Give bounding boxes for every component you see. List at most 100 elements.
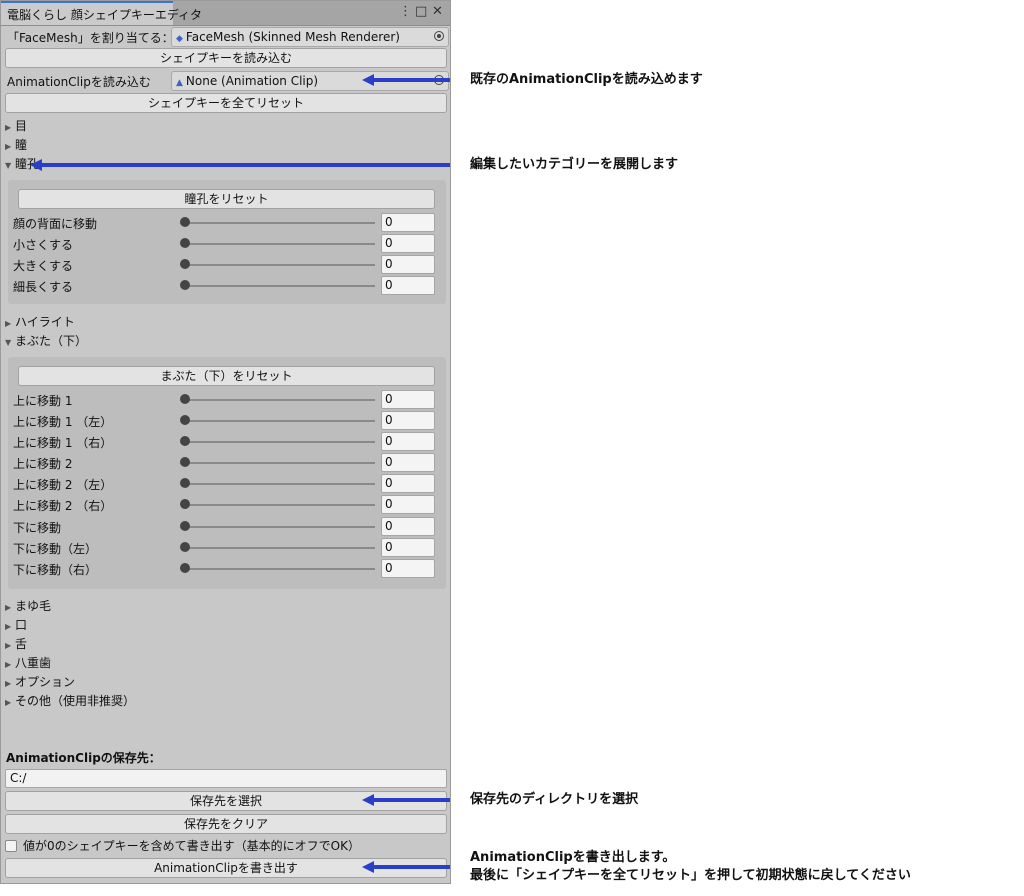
category-eyebrow[interactable]: ▶ まゆ毛 — [5, 597, 51, 615]
window-tab[interactable]: 電脳くらし 顔シェイプキーエディタ — [1, 1, 202, 25]
category-others[interactable]: ▶ その他（使用非推奨） — [5, 692, 135, 710]
facemesh-object-field[interactable]: ◆ FaceMesh (Skinned Mesh Renderer) — [171, 27, 449, 47]
slider-handle[interactable] — [180, 394, 190, 404]
expanded-triangle-icon: ▼ — [5, 161, 12, 170]
save-heading: AnimationClipの保存先： — [6, 751, 161, 765]
slider-handle[interactable] — [180, 415, 190, 425]
slider-value-field[interactable]: 0 — [381, 234, 435, 253]
object-picker-icon[interactable] — [434, 31, 444, 41]
include-zero-checkbox[interactable] — [5, 840, 17, 852]
category-iris[interactable]: ▶ 瞳 — [5, 136, 27, 154]
slider-value-field[interactable]: 0 — [381, 411, 435, 430]
slider-track[interactable] — [185, 264, 375, 266]
slider-track[interactable] — [185, 399, 375, 401]
include-zero-label: 値が0のシェイプキーを含めて書き出す（基本的にオフでOK） — [23, 839, 360, 853]
slider-row: 顔の背面に移動 0 — [13, 213, 435, 233]
slider-label: 小さくする — [13, 238, 74, 252]
slider-value-field[interactable]: 0 — [381, 495, 435, 514]
slider-value-field[interactable]: 0 — [381, 390, 435, 409]
slider-label: 上に移動 2 （右） — [13, 499, 113, 513]
slider-handle[interactable] — [180, 457, 190, 467]
slider-value-field[interactable]: 0 — [381, 432, 435, 451]
close-icon[interactable]: ✕ — [432, 4, 443, 19]
more-menu-icon[interactable]: ⋮ — [399, 4, 412, 19]
collapsed-triangle-icon: ▶ — [5, 679, 12, 688]
slider-row: 下に移動（右） 0 — [13, 559, 435, 579]
anim-clip-value: None (Animation Clip) — [185, 74, 319, 88]
collapsed-triangle-icon: ▶ — [5, 319, 12, 328]
slider-track[interactable] — [185, 526, 375, 528]
slider-handle[interactable] — [180, 478, 190, 488]
slider-handle[interactable] — [180, 259, 190, 269]
slider-value-field[interactable]: 0 — [381, 559, 435, 578]
annotation-export-line1: AnimationClipを書き出します。 — [470, 850, 676, 865]
slider-handle[interactable] — [180, 521, 190, 531]
slider-value-field[interactable]: 0 — [381, 474, 435, 493]
collapsed-triangle-icon: ▶ — [5, 603, 12, 612]
slider-handle[interactable] — [180, 542, 190, 552]
slider-label: 上に移動 2 （左） — [13, 478, 113, 492]
slider-track[interactable] — [185, 462, 375, 464]
slider-row: 下に移動（左） 0 — [13, 538, 435, 558]
slider-label: 細長くする — [13, 280, 74, 294]
slider-track[interactable] — [185, 441, 375, 443]
load-shapekeys-button[interactable]: シェイプキーを読み込む — [5, 48, 447, 68]
annotation-save-dir: 保存先のディレクトリを選択 — [470, 792, 639, 807]
category-eye[interactable]: ▶ 目 — [5, 117, 27, 135]
slider-track[interactable] — [185, 243, 375, 245]
slider-track[interactable] — [185, 547, 375, 549]
annotation-arrow-export — [362, 861, 450, 873]
slider-value-field[interactable]: 0 — [381, 213, 435, 232]
slider-handle[interactable] — [180, 499, 190, 509]
lower-lid-reset-button[interactable]: まぶた（下）をリセット — [18, 366, 435, 386]
slider-handle[interactable] — [180, 436, 190, 446]
collapsed-triangle-icon: ▶ — [5, 123, 12, 132]
slider-handle[interactable] — [180, 238, 190, 248]
clear-save-dir-button[interactable]: 保存先をクリア — [5, 814, 447, 834]
annotation-category: 編集したいカテゴリーを展開します — [470, 157, 679, 172]
slider-value-field[interactable]: 0 — [381, 538, 435, 557]
reset-all-button[interactable]: シェイプキーを全てリセット — [5, 93, 447, 113]
annotation-arrow-save-dir — [362, 794, 450, 806]
slider-handle[interactable] — [180, 563, 190, 573]
slider-track[interactable] — [185, 483, 375, 485]
slider-row: 上に移動 1 （右） 0 — [13, 432, 435, 452]
slider-track[interactable] — [185, 420, 375, 422]
assign-facemesh-row: 「FaceMesh」を割り当てる： ◆ FaceMesh (Skinned Mes… — [5, 27, 449, 47]
slider-row: 小さくする 0 — [13, 234, 435, 254]
slider-label: 上に移動 1 （右） — [13, 436, 113, 450]
slider-track[interactable] — [185, 504, 375, 506]
collapsed-triangle-icon: ▶ — [5, 641, 12, 650]
slider-value-field[interactable]: 0 — [381, 453, 435, 472]
slider-row: 上に移動 2 （左） 0 — [13, 474, 435, 494]
slider-value-field[interactable]: 0 — [381, 276, 435, 295]
slider-track[interactable] — [185, 222, 375, 224]
maximize-icon[interactable]: □ — [415, 4, 427, 19]
slider-label: 下に移動（左） — [13, 542, 98, 556]
skinned-mesh-icon: ◆ — [176, 34, 183, 44]
category-mouth[interactable]: ▶ 口 — [5, 616, 27, 634]
category-options[interactable]: ▶ オプション — [5, 673, 75, 691]
slider-row: 上に移動 1 （左） 0 — [13, 411, 435, 431]
slider-label: 上に移動 1 （左） — [13, 415, 113, 429]
slider-label: 上に移動 2 — [13, 457, 73, 471]
slider-row: 細長くする 0 — [13, 276, 435, 296]
collapsed-triangle-icon: ▶ — [5, 622, 12, 631]
category-yaeba[interactable]: ▶ 八重歯 — [5, 654, 51, 672]
title-bar: 電脳くらし 顔シェイプキーエディタ ⋮ □ ✕ — [1, 1, 450, 26]
category-lower-lid[interactable]: ▼ まぶた（下） — [5, 332, 87, 350]
slider-track[interactable] — [185, 568, 375, 570]
save-path-field[interactable]: C:/ — [5, 769, 447, 788]
slider-handle[interactable] — [180, 217, 190, 227]
slider-value-field[interactable]: 0 — [381, 517, 435, 536]
pupil-reset-button[interactable]: 瞳孔をリセット — [18, 189, 435, 209]
slider-handle[interactable] — [180, 280, 190, 290]
slider-track[interactable] — [185, 285, 375, 287]
assign-facemesh-label: 「FaceMesh」を割り当てる： — [7, 31, 174, 45]
annotation-export-line2: 最後に「シェイプキーを全てリセット」を押して初期状態に戻してください — [470, 868, 911, 883]
slider-label: 下に移動 — [13, 521, 62, 535]
slider-value-field[interactable]: 0 — [381, 255, 435, 274]
category-tongue[interactable]: ▶ 舌 — [5, 635, 27, 653]
category-highlight[interactable]: ▶ ハイライト — [5, 313, 75, 331]
slider-label: 顔の背面に移動 — [13, 217, 98, 231]
